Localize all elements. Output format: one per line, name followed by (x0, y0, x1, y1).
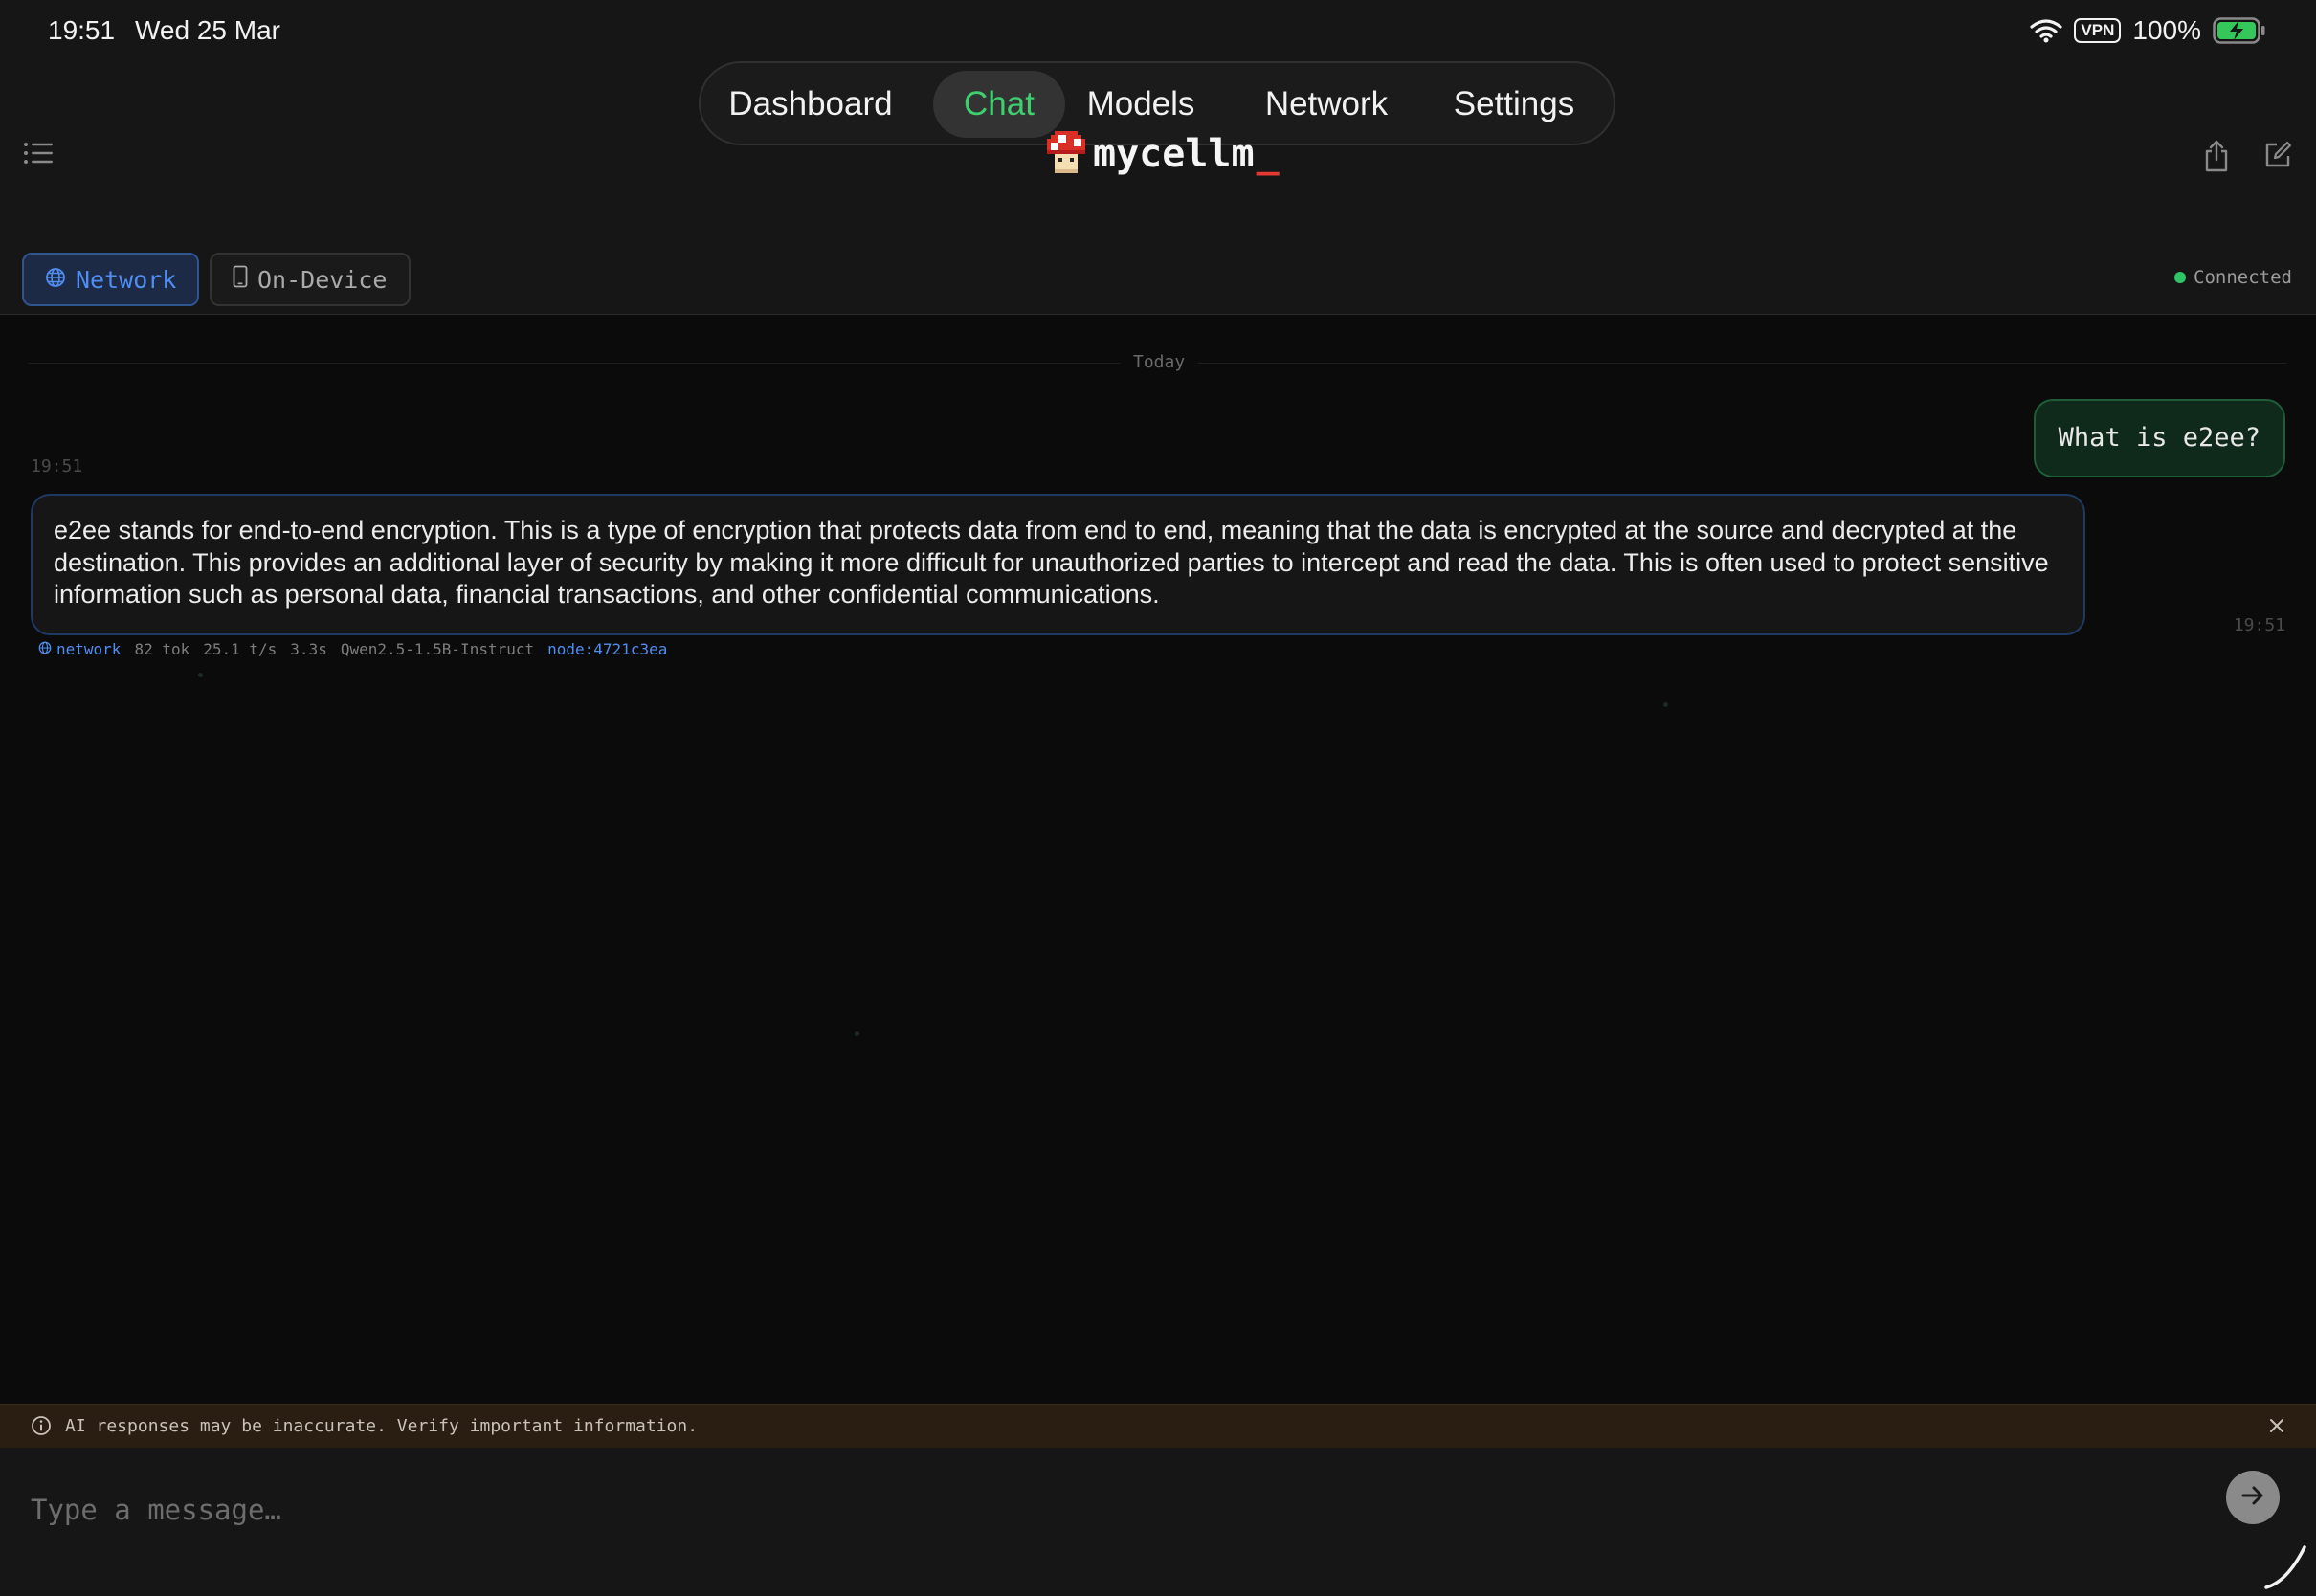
meta-tokens: 82 tok (134, 640, 190, 658)
info-icon (31, 1415, 52, 1441)
disclaimer-banner: AI responses may be inaccurate. Verify i… (0, 1404, 2316, 1448)
status-date: Wed 25 Mar (135, 15, 280, 45)
battery-charging-icon (2213, 17, 2266, 44)
tab-dashboard[interactable]: Dashboard (724, 71, 897, 138)
message-input[interactable] (31, 1486, 2184, 1534)
meta-duration: 3.3s (290, 640, 327, 658)
close-icon[interactable] (2266, 1415, 2287, 1441)
meta-node-link[interactable]: node:4721c3ea (547, 640, 667, 658)
app-brand: mycellm _ (1047, 130, 1280, 178)
status-dot-icon (2174, 272, 2187, 283)
day-label: Today (1120, 352, 1199, 372)
mushroom-logo (1047, 130, 1085, 178)
globe-icon (45, 266, 66, 294)
arrow-right-icon (2238, 1481, 2267, 1515)
meta-speed: 25.1 t/s (203, 640, 278, 658)
tab-models[interactable]: Models (1079, 71, 1203, 138)
assistant-message-bubble[interactable]: e2ee stands for end-to-end encryption. T… (31, 494, 2085, 635)
pencil-stroke-icon (2262, 1543, 2308, 1596)
mode-network-label: Network (76, 265, 177, 294)
mode-on-device-button[interactable]: On-Device (210, 253, 411, 306)
chat-thread[interactable]: Today What is e2ee? 19:51 e2ee stands fo… (0, 315, 2316, 1404)
wifi-icon (2030, 18, 2063, 43)
share-icon[interactable] (2201, 140, 2232, 177)
status-indicators: VPN 100% (2030, 13, 2266, 48)
meta-source: network (38, 640, 121, 658)
disclaimer-text: AI responses may be inaccurate. Verify i… (65, 1416, 699, 1436)
background-particle (855, 1031, 859, 1036)
phone-icon (233, 265, 248, 294)
user-message-bubble[interactable]: What is e2ee? (2033, 399, 2285, 477)
mode-network-button[interactable]: Network (22, 253, 199, 306)
tab-chat[interactable]: Chat (933, 71, 1065, 138)
message-composer (0, 1448, 2316, 1596)
connection-status: Connected (2174, 267, 2292, 288)
mode-on-device-label: On-Device (257, 265, 388, 294)
status-time: 19:51 (48, 15, 116, 45)
tab-network[interactable]: Network (1256, 71, 1397, 138)
battery-percentage: 100% (2132, 15, 2201, 45)
meta-model: Qwen2.5-1.5B-Instruct (340, 640, 535, 658)
list-icon[interactable] (23, 139, 54, 167)
status-bar: 19:51 Wed 25 Mar VPN 100% (0, 0, 2316, 59)
connection-status-label: Connected (2194, 267, 2292, 288)
compose-icon[interactable] (2262, 140, 2293, 175)
vpn-badge: VPN (2074, 18, 2122, 43)
app-header: Dashboard Chat Models Network Settings m… (0, 59, 2316, 315)
meta-source-label: network (56, 640, 122, 658)
brand-cursor: _ (1256, 132, 1280, 176)
send-button[interactable] (2226, 1471, 2280, 1524)
message-meta: network 82 tok 25.1 t/s 3.3s Qwen2.5-1.5… (38, 640, 667, 658)
globe-icon (38, 640, 52, 658)
background-particle (198, 673, 203, 677)
message-timestamp: 19:51 (2233, 615, 2285, 635)
app-name: mycellm (1093, 132, 1255, 176)
background-particle (1663, 702, 1668, 707)
message-timestamp: 19:51 (31, 456, 83, 477)
tab-settings[interactable]: Settings (1442, 71, 1586, 138)
